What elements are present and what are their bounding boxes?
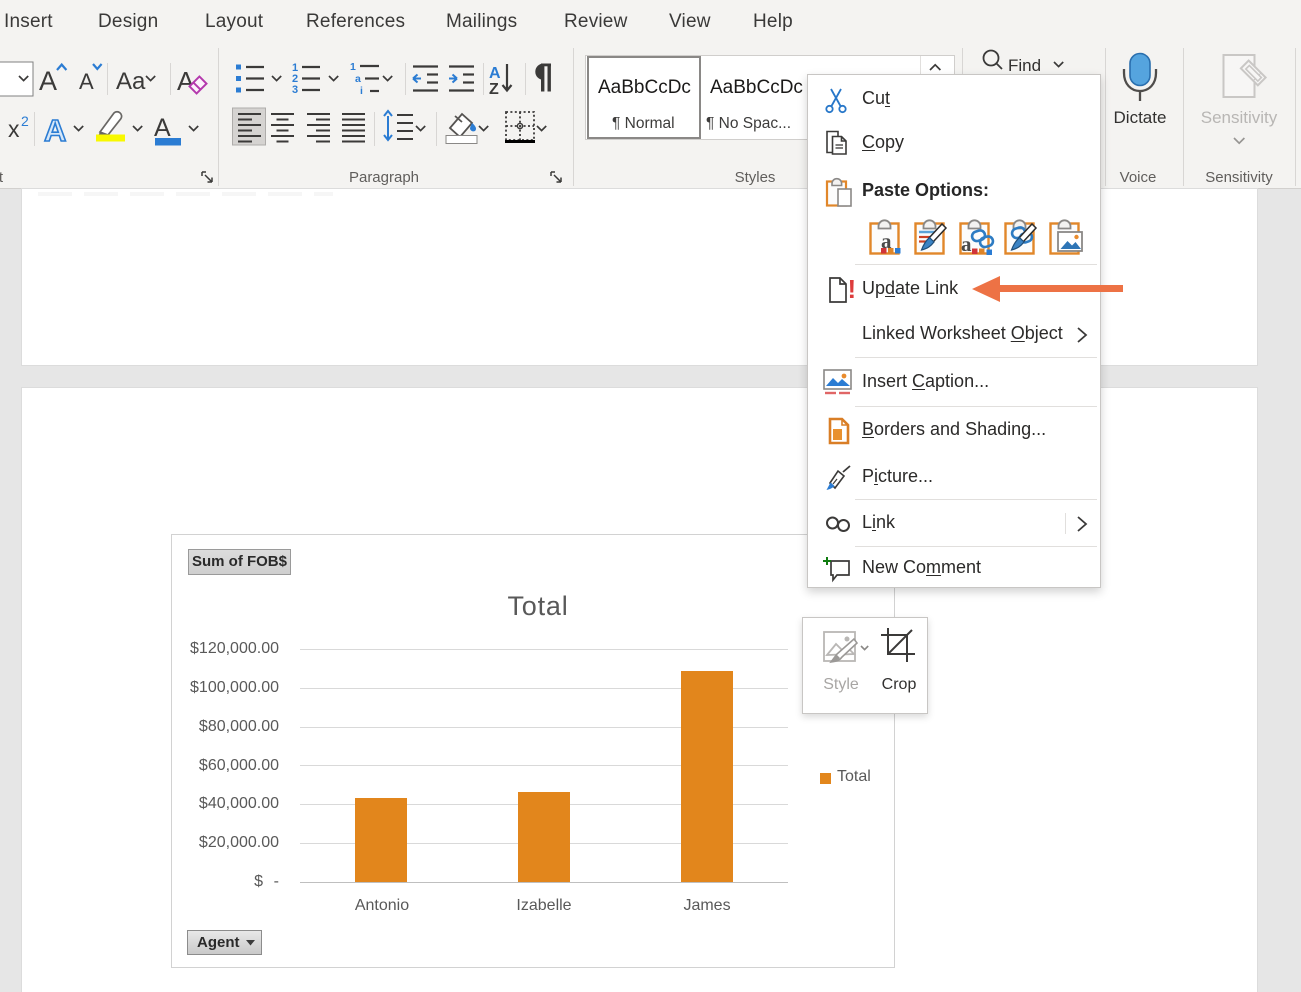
svg-text:¶ No Spac...: ¶ No Spac...: [706, 115, 791, 132]
svg-text:A: A: [39, 66, 57, 96]
svg-text:¶ Normal: ¶ Normal: [612, 115, 675, 132]
svg-text:a: a: [961, 232, 972, 256]
svg-text:i: i: [360, 85, 363, 97]
svg-text:2: 2: [21, 113, 29, 129]
svg-text:AaBbCcDc: AaBbCcDc: [598, 77, 691, 98]
svg-text:1: 1: [350, 61, 356, 73]
svg-text:Aa: Aa: [116, 68, 146, 95]
svg-text:A: A: [489, 65, 501, 82]
svg-text:Z: Z: [489, 81, 499, 98]
svg-text:Sensitivity: Sensitivity: [1201, 108, 1278, 127]
svg-text:A: A: [177, 66, 195, 96]
svg-text:!: !: [848, 276, 855, 304]
svg-text:A: A: [79, 69, 94, 94]
svg-text:Dictate: Dictate: [1114, 108, 1167, 127]
svg-text:a: a: [355, 73, 361, 85]
svg-text:AaBbCcDc: AaBbCcDc: [710, 77, 803, 98]
svg-text:A: A: [44, 113, 66, 148]
svg-text:Find: Find: [1008, 56, 1041, 75]
svg-text:A: A: [154, 114, 171, 142]
svg-text:x: x: [8, 116, 20, 142]
svg-text:3: 3: [292, 84, 298, 96]
